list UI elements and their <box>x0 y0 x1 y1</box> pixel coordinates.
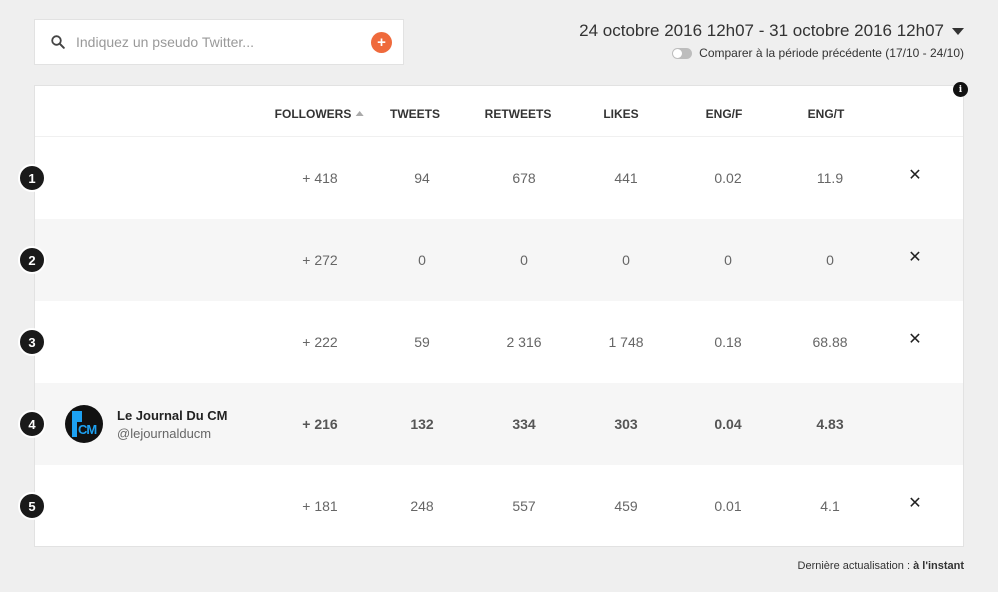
retweets-cell: 557 <box>512 498 536 514</box>
remove-row-button[interactable]: ✕ <box>908 168 921 184</box>
likes-cell: 0 <box>622 252 630 268</box>
header-followers[interactable]: FOLLOWERS <box>275 107 364 121</box>
compare-label: Comparer à la période précédente (17/10 … <box>699 46 964 60</box>
engt-cell: 11.9 <box>816 170 844 186</box>
sort-asc-icon <box>355 111 364 116</box>
last-update-label: Dernière actualisation : <box>797 560 911 572</box>
retweets-cell: 334 <box>512 416 536 432</box>
engf-cell: 0.02 <box>714 170 742 186</box>
account-name: Le Journal Du CM <box>117 407 228 423</box>
rank-badge: 4 <box>18 410 46 438</box>
table-row: 2 + 272 0 0 0 0 0 ✕ <box>18 219 963 301</box>
period-range-label: 24 octobre 2016 12h07 - 31 octobre 2016 … <box>579 21 944 40</box>
followers-cell: + 181 <box>302 498 338 514</box>
period-selector[interactable]: 24 octobre 2016 12h07 - 31 octobre 2016 … <box>579 21 964 41</box>
engt-cell: 0 <box>826 252 834 268</box>
engt-cell: 68.88 <box>812 334 848 350</box>
tweets-cell: 132 <box>410 416 434 432</box>
header-retweets[interactable]: RETWEETS <box>485 107 552 121</box>
search-input[interactable] <box>76 34 356 50</box>
remove-row-button[interactable]: ✕ <box>908 332 921 348</box>
tweets-cell: 59 <box>414 334 430 350</box>
retweets-cell: 0 <box>520 252 528 268</box>
engf-cell: 0.01 <box>714 498 742 514</box>
engt-cell: 4.83 <box>816 416 844 432</box>
followers-cell: + 216 <box>302 416 338 432</box>
likes-cell: 459 <box>614 498 638 514</box>
rank-badge: 2 <box>18 246 46 274</box>
retweets-cell: 2 316 <box>506 334 542 350</box>
table-header: FOLLOWERS TWEETS RETWEETS LIKES ENG/F EN… <box>35 86 963 137</box>
engt-cell: 4.1 <box>820 498 840 514</box>
engf-cell: 0.18 <box>714 334 742 350</box>
remove-row-button[interactable]: ✕ <box>908 250 921 266</box>
table-row: 5 + 181 248 557 459 0.01 4.1 ✕ <box>18 465 963 547</box>
compare-toggle[interactable] <box>672 47 693 59</box>
table-row: 1 + 418 94 678 441 0.02 11.9 ✕ <box>18 137 963 219</box>
header-engf[interactable]: ENG/F <box>706 107 743 121</box>
followers-cell: + 272 <box>302 252 338 268</box>
last-update-value: à l'instant <box>913 560 964 572</box>
tweets-cell: 0 <box>418 252 426 268</box>
rank-badge: 5 <box>18 492 46 520</box>
info-icon[interactable]: i <box>953 82 968 97</box>
table-row: 3 + 222 59 2 316 1 748 0.18 68.88 ✕ <box>18 301 963 383</box>
header-tweets[interactable]: TWEETS <box>390 107 440 121</box>
last-update: Dernière actualisation : à l'instant <box>798 560 964 572</box>
account-info: CM Le Journal Du CM @lejournalducm <box>65 405 228 443</box>
likes-cell: 1 748 <box>608 334 644 350</box>
header-engt[interactable]: ENG/T <box>808 107 845 121</box>
header-followers-label: FOLLOWERS <box>274 107 352 121</box>
rank-badge: 1 <box>18 164 46 192</box>
avatar-logo-text: CM <box>77 422 97 437</box>
followers-cell: + 418 <box>302 170 338 186</box>
avatar: CM <box>65 405 103 443</box>
tweets-cell: 248 <box>410 498 434 514</box>
rank-badge: 3 <box>18 328 46 356</box>
search-icon <box>50 34 66 50</box>
engf-cell: 0 <box>724 252 732 268</box>
account-handle: @lejournalducm <box>117 425 212 441</box>
compare-period-row: Comparer à la période précédente (17/10 … <box>672 46 964 60</box>
followers-cell: + 222 <box>302 334 338 350</box>
engf-cell: 0.04 <box>714 416 742 432</box>
retweets-cell: 678 <box>512 170 536 186</box>
add-account-button[interactable]: + <box>371 32 392 53</box>
header-likes[interactable]: LIKES <box>603 107 638 121</box>
tweets-cell: 94 <box>414 170 430 186</box>
table-row-own-account: 4 CM Le Journal Du CM @lejournalducm + 2… <box>18 383 963 465</box>
caret-down-icon <box>952 27 964 35</box>
likes-cell: 441 <box>614 170 638 186</box>
search-box: + <box>34 19 404 65</box>
ranking-table: FOLLOWERS TWEETS RETWEETS LIKES ENG/F EN… <box>18 85 964 547</box>
remove-row-button[interactable]: ✕ <box>908 496 921 512</box>
likes-cell: 303 <box>614 416 638 432</box>
